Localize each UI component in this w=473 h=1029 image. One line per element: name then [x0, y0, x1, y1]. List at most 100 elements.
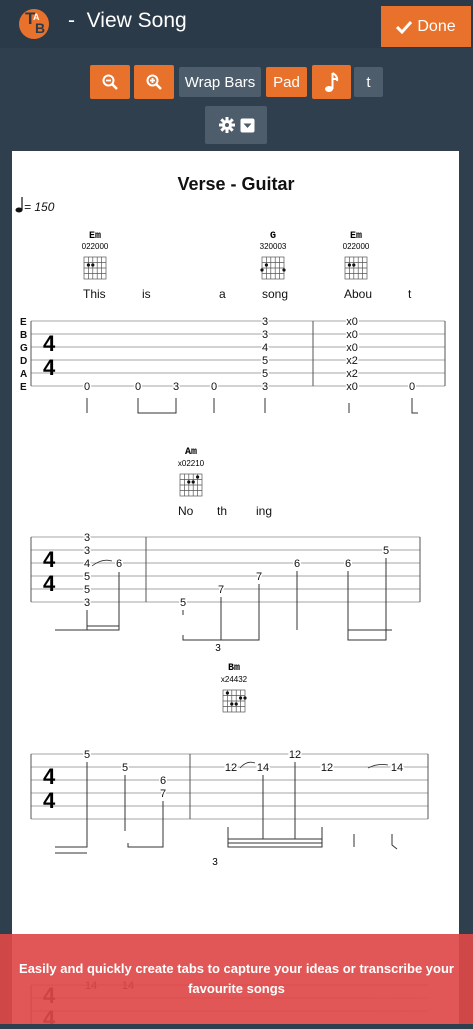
gear-icon	[218, 117, 235, 133]
rhythm-stems	[55, 558, 392, 641]
string-name: E	[20, 382, 27, 393]
system-3: Bm x24432 4 4 5 5 6 7 12 14 12 12 14 3	[30, 663, 429, 868]
string-name: B	[20, 330, 27, 341]
fret-number: 12	[289, 749, 301, 761]
wrap-bars-button[interactable]: Wrap Bars	[179, 67, 261, 97]
tuplet-number: 3	[212, 857, 218, 868]
fret-number: 3	[84, 597, 90, 609]
lyrics-line: This is a song Abou t	[83, 287, 412, 301]
fret-number: 6	[116, 558, 122, 570]
time-signature: 4	[43, 571, 56, 596]
fret-numbers: 0 0 3 0 3 3 4 5 5 3 x0 x0 x0 x2 x2 x0 0	[82, 315, 416, 395]
chevron-down-box-icon	[240, 118, 254, 132]
system-1: Em 022000 G 320003 Em 022000 This is a s…	[20, 231, 446, 414]
chord-name: Am	[185, 447, 197, 458]
rhythm-stems	[55, 762, 398, 854]
lyric: song	[262, 287, 288, 301]
chord-name: Em	[89, 231, 101, 242]
fret-number: 3	[262, 316, 268, 328]
fret-number: 14	[391, 762, 403, 774]
lyric: ing	[256, 504, 272, 518]
fret-number: 0	[84, 381, 90, 393]
fret-number: 4	[84, 558, 90, 570]
lyric: Abou	[344, 287, 372, 301]
banner-text: Easily and quickly create tabs to captur…	[19, 961, 454, 996]
string-names: E B G D A E	[20, 317, 28, 393]
tab-staff[interactable]: E B G D A E 4 4 0 0 3 0 3 3 4 5 5 3 x0 x…	[20, 315, 446, 414]
fret-numbers: 5 5 6 7 12 14 12 12 14	[82, 748, 404, 802]
settings-button[interactable]	[205, 106, 267, 144]
fret-number: 0	[409, 381, 415, 393]
lyric: a	[219, 287, 226, 301]
title-text: View Song	[86, 9, 187, 32]
chord-name: Bm	[228, 663, 240, 674]
fret-number: 14	[257, 762, 269, 774]
score-title: Verse - Guitar	[177, 174, 294, 194]
chord-diagram[interactable]: Bm x24432	[221, 663, 248, 713]
fret-number: 4	[262, 342, 268, 354]
fret-number: 0	[211, 381, 217, 393]
chord-fingering: 022000	[82, 242, 109, 251]
fret-number: 3	[262, 381, 268, 393]
fret-number: 5	[84, 749, 90, 761]
title-separator: -	[68, 9, 75, 32]
zoom-in-button[interactable]	[134, 65, 174, 99]
lyric: is	[142, 287, 151, 301]
rhythm-stems	[86, 398, 418, 414]
fret-numbers: 3 3 4 5 5 3 6 5 7 7 6 6 5	[82, 531, 390, 611]
wrap-bars-label: Wrap Bars	[184, 73, 256, 91]
fret-number: 3	[262, 329, 268, 341]
fret-number: 5	[180, 597, 186, 609]
chord-diagram[interactable]: Am x02210	[178, 447, 205, 497]
fret-number: 5	[84, 571, 90, 583]
time-signature: 4	[43, 355, 56, 380]
app-logo-icon[interactable]: T B A	[16, 4, 52, 40]
fret-number: 5	[383, 545, 389, 557]
page-title: - View Song	[68, 9, 187, 33]
fret-number: 5	[122, 762, 128, 774]
pad-button[interactable]: Pad	[266, 67, 307, 97]
t-button[interactable]: t	[354, 67, 383, 97]
app-header: T B A - View Song Done	[0, 0, 473, 48]
fret-number: 12	[225, 762, 237, 774]
time-signature: 4	[43, 788, 56, 813]
fret-number: x0	[346, 329, 358, 341]
fret-number: 7	[160, 788, 166, 800]
lyric: th	[217, 504, 227, 518]
zoom-out-button[interactable]	[90, 65, 130, 99]
chord-fingering: x02210	[178, 459, 205, 468]
fret-number: 6	[160, 775, 166, 787]
chord-diagram[interactable]: Em 022000	[82, 231, 109, 280]
score-paper: Verse - Guitar = 150 Em 022000 G 320003 …	[12, 151, 459, 1029]
fret-number: 5	[262, 368, 268, 380]
fret-number: x2	[346, 355, 358, 367]
fret-number: 0	[135, 381, 141, 393]
fret-number: x0	[346, 316, 358, 328]
fret-number: x0	[346, 381, 358, 393]
tab-staff[interactable]: 4 4 5 5 6 7 12 14 12 12 14 3	[30, 748, 429, 868]
fret-number: 6	[345, 558, 351, 570]
fret-number: x0	[346, 342, 358, 354]
tuplet-number: 3	[215, 643, 221, 654]
fret-number: 6	[294, 558, 300, 570]
svg-text:B: B	[35, 20, 45, 36]
promo-banner[interactable]: Easily and quickly create tabs to captur…	[0, 934, 473, 1024]
zoom-out-icon	[102, 74, 118, 90]
string-name: G	[20, 343, 28, 354]
tab-staff[interactable]: 4 4 3 3 4 5 5 3 6 5 7 7 6 6 5 3	[30, 531, 421, 654]
tempo-marking: = 150	[15, 197, 55, 214]
lyric: This	[83, 287, 106, 301]
string-name: E	[20, 317, 27, 328]
done-button[interactable]: Done	[381, 6, 471, 47]
lyric: t	[408, 287, 412, 301]
eighth-note-icon	[324, 72, 338, 92]
chord-diagram[interactable]: Em 022000	[343, 231, 370, 280]
svg-text:A: A	[33, 12, 40, 22]
note-button[interactable]	[312, 65, 351, 99]
chord-fingering: 320003	[260, 242, 287, 251]
fret-number: 12	[321, 762, 333, 774]
string-name: A	[20, 369, 27, 380]
system-2: Am x02210 No th ing 4 4 3 3 4 5 5 3 6 5 …	[30, 447, 421, 654]
chord-diagram[interactable]: G 320003	[260, 231, 287, 280]
fret-number: x2	[346, 368, 358, 380]
